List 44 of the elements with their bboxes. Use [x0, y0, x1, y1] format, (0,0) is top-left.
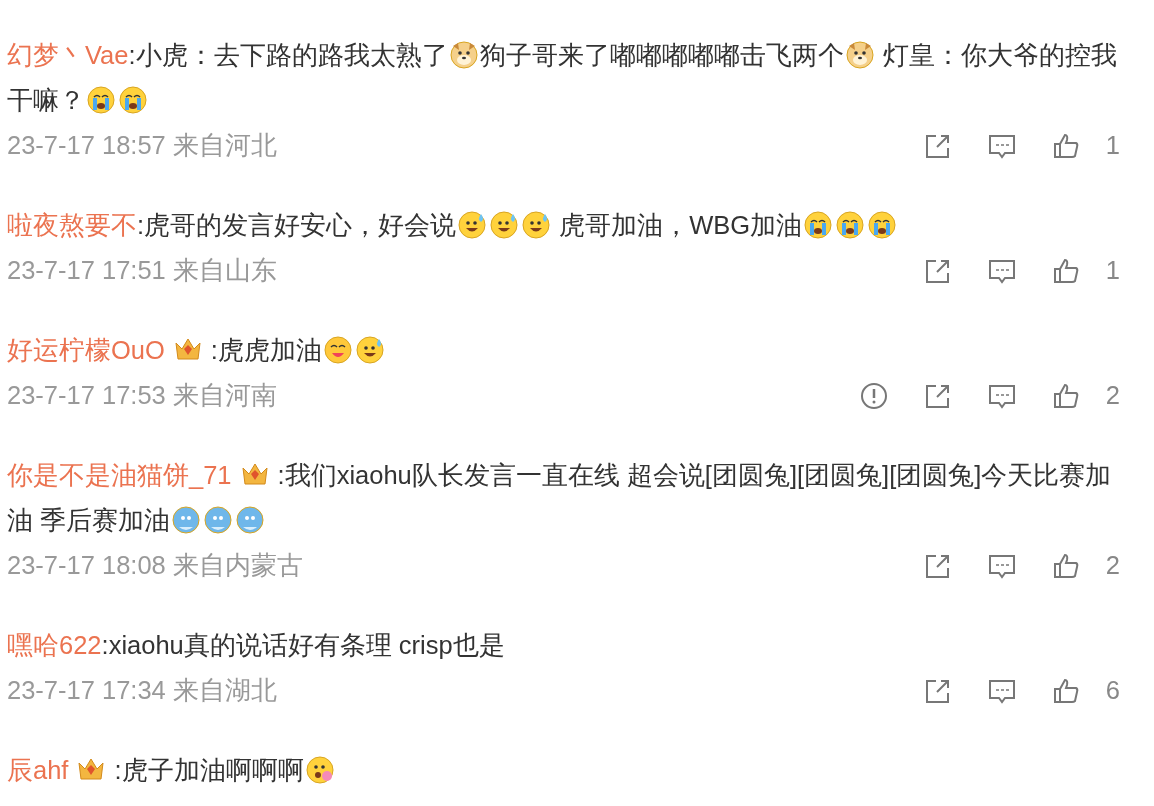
username-link[interactable]: 辰ahf [7, 756, 69, 784]
emoji-icon [867, 210, 898, 240]
username-link[interactable]: 幻梦丶Vae [7, 41, 129, 69]
username-link[interactable]: 好运柠檬OuO [7, 336, 165, 364]
emoji-icon [489, 210, 520, 240]
comment-time: 23-7-17 17:51 来自山东 [7, 255, 277, 286]
comment-text: 灯皇：你大爷的控我 [881, 41, 1117, 69]
emoji-icon [322, 335, 353, 365]
emoji-icon [203, 505, 234, 535]
comment-time: 23-7-17 17:34 来自湖北 [7, 675, 277, 706]
comment-time: 23-7-17 18:08 来自内蒙古 [7, 550, 303, 581]
emoji-icon [457, 210, 488, 240]
comment-text: :虎哥的发言好安心，好会说 [137, 211, 457, 239]
comment-text: 虎哥加油，WBG加油 [558, 211, 803, 239]
dog-emoji-icon [448, 40, 479, 70]
comment-time: 23-7-17 18:57 来自河北 [7, 130, 277, 161]
dog-emoji-icon [844, 40, 875, 70]
emoji-icon [86, 85, 116, 115]
comment-time: 23-7-17 17:53 来自河南 [7, 380, 277, 411]
emoji-icon [235, 505, 266, 535]
username-link[interactable]: 嘿哈622 [7, 631, 102, 659]
comment-text: :小虎：去下路的路我太熟了 [128, 41, 448, 69]
comment-text: :虎虎加油 [210, 336, 322, 364]
comment-text: 狗子哥来了嘟嘟嘟嘟嘟击飞两个 [479, 41, 844, 69]
comment-text: :虎子加油啊啊啊 [114, 756, 304, 784]
like-count: 2 [1104, 550, 1120, 581]
emoji-icon [171, 505, 202, 535]
like-count: 1 [1104, 255, 1120, 286]
emoji-icon [304, 755, 335, 785]
like-count: 6 [1104, 675, 1120, 706]
username-link[interactable]: 啦夜熬要不 [7, 211, 137, 239]
comment-text: 干嘛？ [7, 86, 85, 114]
like-count: 2 [1104, 380, 1120, 411]
emoji-icon [354, 335, 385, 365]
emoji-icon [835, 210, 866, 240]
emoji-icon [521, 210, 552, 240]
like-count: 1 [1104, 130, 1120, 161]
comment-text: :xiaohu真的说话好有条理 crisp也是 [101, 631, 505, 659]
emoji-icon [803, 210, 834, 240]
username-link[interactable]: 你是不是油猫饼_71 [7, 461, 232, 489]
comment-text: 油 季后赛加油 [7, 506, 171, 534]
report-icon[interactable] [859, 380, 889, 411]
emoji-icon [118, 85, 148, 115]
comment-text: :我们xiaohu队长发言一直在线 超会说[团圆兔][团圆兔][团圆兔]今天比赛加 [277, 461, 1112, 489]
